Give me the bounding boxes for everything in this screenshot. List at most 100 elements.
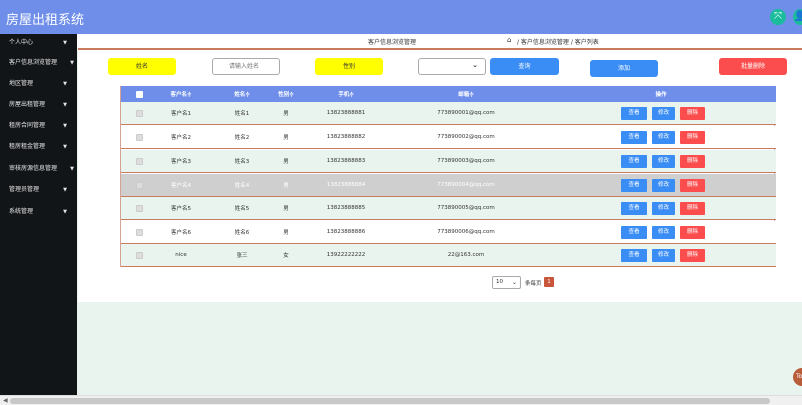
add-button[interactable]: 添加	[590, 60, 658, 77]
cell-phone: 13922222222	[326, 252, 366, 258]
caret-down-icon: ▼	[70, 60, 74, 66]
user-icon[interactable]: 👤	[793, 9, 802, 25]
scrollbar-thumb[interactable]	[10, 398, 770, 404]
row-checkbox[interactable]	[135, 204, 143, 212]
sidebar-item-label: 租房合同管理	[9, 122, 46, 129]
edit-button[interactable]: 修改	[652, 226, 675, 239]
chevron-down-icon: ⌄	[511, 279, 517, 286]
cell-gender: 女	[283, 253, 289, 259]
header-name[interactable]: 姓名≑	[221, 86, 263, 102]
cell-phone: 13823888883	[326, 158, 366, 164]
sidebar-item-region[interactable]: 地区管理 ▼	[0, 75, 77, 93]
caret-down-icon: ▼	[63, 40, 67, 46]
cell-email: 773890002@qq.com	[437, 134, 495, 140]
row-checkbox[interactable]	[135, 109, 143, 117]
header-customer[interactable]: 客户名≑	[161, 86, 201, 102]
delete-button[interactable]: 删除	[680, 202, 705, 215]
edit-button[interactable]: 修改	[652, 155, 675, 168]
header-phone[interactable]: 手机≑	[311, 86, 381, 102]
page-number-current[interactable]: 1	[544, 277, 554, 287]
table-row: 客户名3 姓名3 男 13823888883 773890003@qq.com 查看 修改删…	[121, 150, 776, 173]
batch-delete-button[interactable]: 批量删除	[719, 58, 787, 75]
delete-button[interactable]: 删除	[680, 179, 705, 192]
sidebar-item-label: 地区管理	[9, 80, 34, 87]
cell-phone: 13823888885	[326, 205, 366, 211]
header-email[interactable]: 邮箱≑	[421, 86, 511, 102]
table-row: 客户名5 姓名5 男 13823888885 773890005@qq.com 查看 修改删…	[121, 197, 776, 220]
customer-table: 客户名≑ 姓名≑ 性别≑ 手机≑ 邮箱≑ 操作 客户名1 姓名1 男 13823888…	[120, 86, 776, 267]
edit-button[interactable]: 修改	[652, 107, 675, 120]
row-checkbox[interactable]	[135, 228, 143, 236]
scroll-left-icon[interactable]: ◀	[3, 397, 8, 404]
horizontal-scrollbar[interactable]: ◀	[0, 395, 802, 405]
caret-down-icon: ▼	[70, 166, 74, 172]
view-button[interactable]: 查看	[621, 202, 647, 215]
gender-label: 性别	[315, 58, 383, 75]
home-icon[interactable]: ⌂	[507, 36, 511, 44]
page-size-select[interactable]: 10 ⌄	[492, 276, 521, 289]
cell-email: 773890001@qq.com	[437, 110, 495, 116]
edit-button[interactable]: 修改	[652, 249, 675, 262]
header-gender[interactable]: 性别≑	[266, 86, 306, 102]
table-row: 客户名2 姓名2 男 13823888882 773890002@qq.com 查看 修改删…	[121, 126, 776, 149]
search-button[interactable]: 查询	[490, 58, 559, 75]
sidebar-item-personal-center[interactable]: 个人中心 ▼	[0, 34, 77, 52]
delete-button[interactable]: 删除	[680, 107, 705, 120]
row-checkbox[interactable]	[135, 251, 143, 259]
name-search-input[interactable]	[212, 58, 280, 75]
cell-customer: nice	[175, 252, 187, 258]
select-all-checkbox[interactable]	[135, 90, 143, 98]
cell-name: 姓名1	[234, 111, 250, 117]
sidebar-item-label: 租房租金管理	[9, 143, 46, 150]
cell-email: 773890006@qq.com	[437, 229, 495, 235]
caret-down-icon: ▼	[63, 187, 67, 193]
caret-down-icon: ▼	[63, 123, 67, 129]
row-checkbox[interactable]	[135, 157, 143, 165]
view-button[interactable]: 查看	[621, 107, 647, 120]
edit-button[interactable]: 修改	[652, 202, 675, 215]
row-checkbox[interactable]	[135, 181, 143, 189]
delete-button[interactable]: 删除	[680, 155, 705, 168]
cell-name: 张三	[236, 253, 248, 259]
cell-customer: 客户名1	[171, 111, 191, 117]
table-header: 客户名≑ 姓名≑ 性别≑ 手机≑ 邮箱≑ 操作	[121, 86, 776, 102]
sidebar-item-system[interactable]: 系统管理 ▼	[0, 203, 77, 221]
sidebar-item-admin[interactable]: 管理员管理 ▼	[0, 181, 77, 199]
expand-icon[interactable]: ⤧	[770, 9, 786, 25]
table-row: nice 张三 女 13922222222 22@163.com 查看 修改 删除	[121, 244, 776, 267]
edit-button[interactable]: 修改	[652, 179, 675, 192]
delete-button[interactable]: 删除	[680, 226, 705, 239]
cell-email: 773890004@qq.com	[437, 182, 495, 188]
delete-button[interactable]: 删除	[680, 249, 705, 262]
floating-button[interactable]: To	[793, 368, 802, 386]
cell-name: 姓名6	[234, 230, 250, 236]
view-button[interactable]: 查看	[621, 155, 647, 168]
view-button[interactable]: 查看	[621, 249, 647, 262]
cell-phone: 13823888886	[326, 229, 366, 235]
cell-phone: 13823888884	[326, 182, 366, 188]
table-row: 客户名4 姓名4 男 13823888884 773890004@qq.com 查看 修改删…	[121, 174, 776, 197]
sidebar-item-rent[interactable]: 租房租金管理 ▼	[0, 138, 77, 156]
sidebar-item-review[interactable]: 审核房源信息管理 ▼	[0, 160, 77, 178]
cell-phone: 13823888881	[326, 110, 366, 116]
caret-down-icon: ▼	[63, 81, 67, 87]
sidebar-item-contract[interactable]: 租房合同管理 ▼	[0, 117, 77, 135]
app-title: 房屋出租系统	[6, 13, 85, 28]
header-actions: 操作	[655, 92, 667, 98]
sidebar-item-customer-info[interactable]: 客户信息浏览管理 ▼	[0, 54, 77, 72]
cell-gender: 男	[283, 183, 289, 189]
cell-name: 姓名5	[234, 206, 250, 212]
view-button[interactable]: 查看	[621, 226, 647, 239]
sidebar-item-label: 客户信息浏览管理	[9, 59, 58, 66]
caret-down-icon: ▼	[63, 144, 67, 150]
gender-select[interactable]: ⌄	[418, 58, 486, 75]
sidebar-item-label: 审核房源信息管理	[9, 165, 58, 172]
row-checkbox[interactable]	[135, 133, 143, 141]
sidebar-item-label: 房屋出租管理	[9, 101, 46, 108]
view-button[interactable]: 查看	[621, 131, 647, 144]
view-button[interactable]: 查看	[621, 179, 647, 192]
delete-button[interactable]: 删除	[680, 131, 705, 144]
sidebar-item-rental[interactable]: 房屋出租管理 ▼	[0, 96, 77, 114]
breadcrumb-path: / 客户信息浏览管理 / 客户列表	[517, 39, 599, 46]
edit-button[interactable]: 修改	[652, 131, 675, 144]
